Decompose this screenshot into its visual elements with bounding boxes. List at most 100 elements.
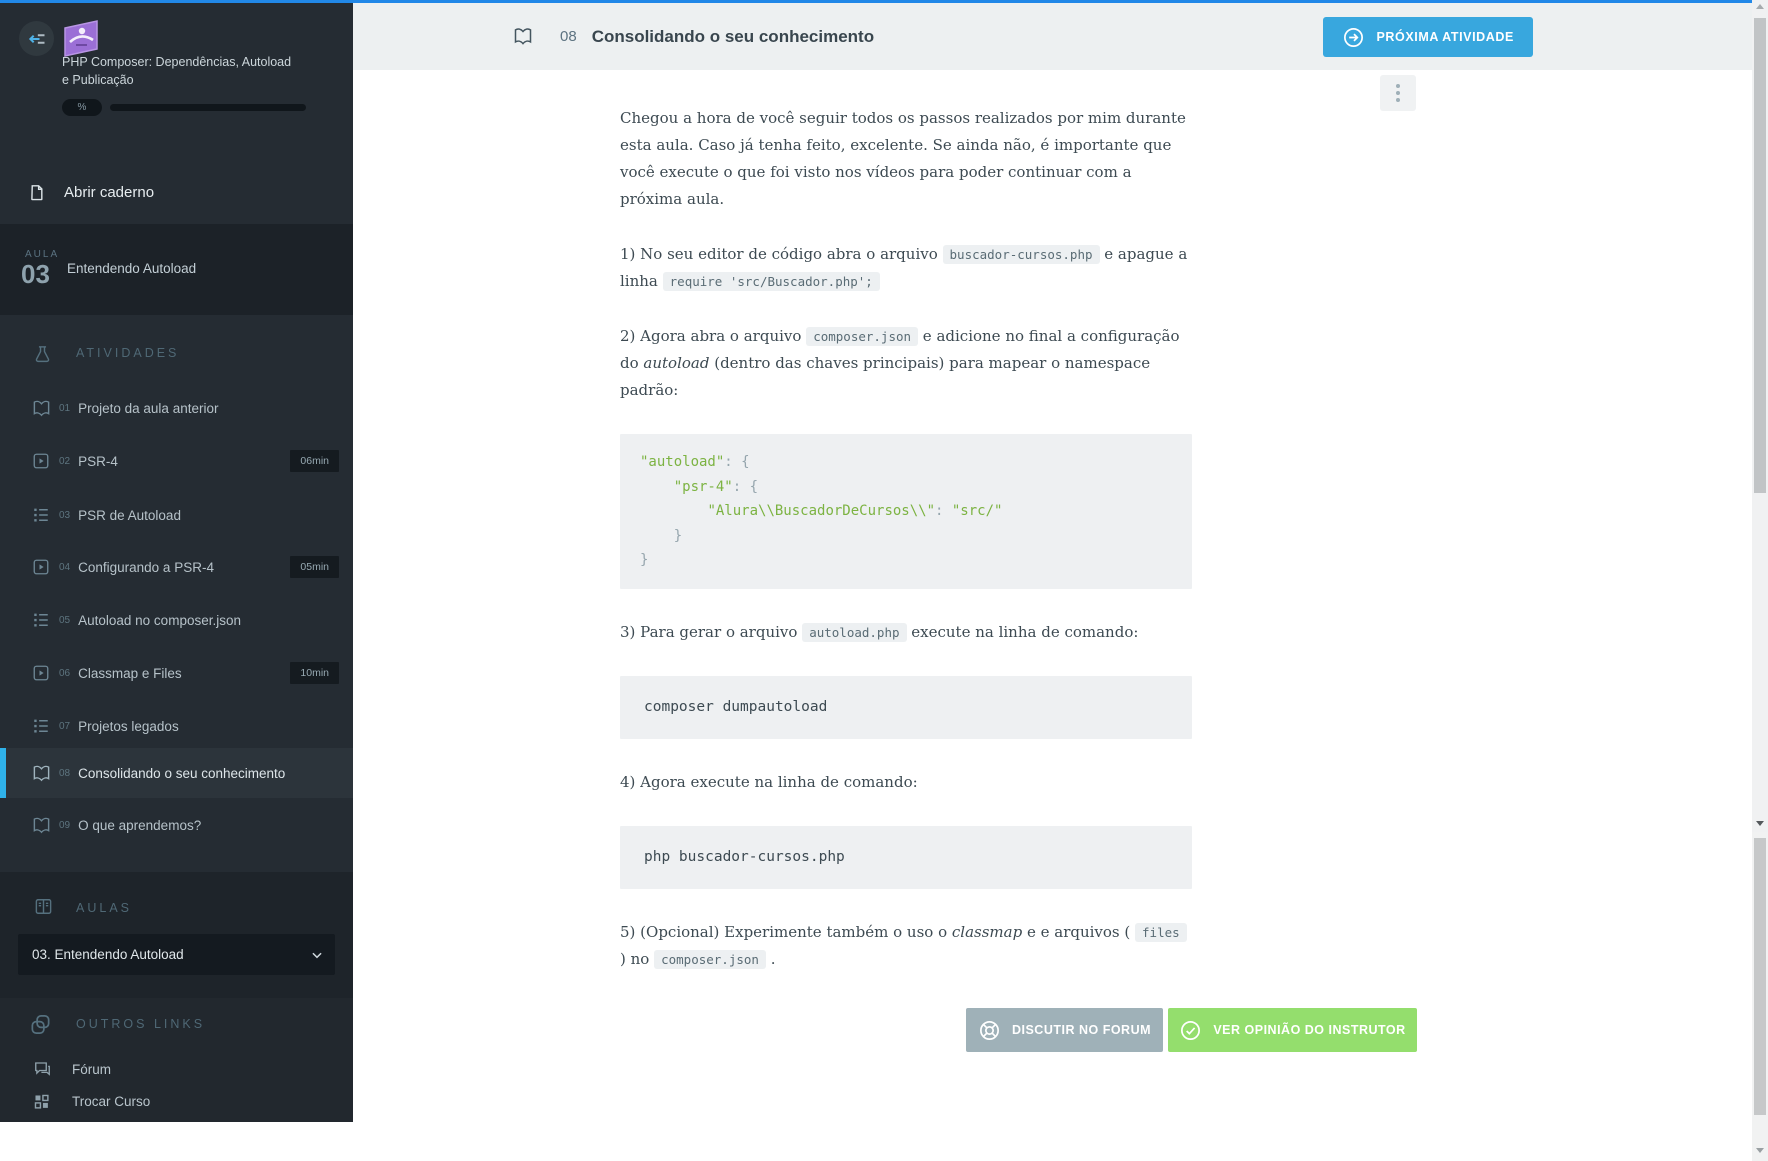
outros-links-section: OUTROS LINKS Fórum Trocar Curso bbox=[0, 998, 353, 1122]
page-title: Consolidando o seu conhecimento bbox=[591, 26, 875, 46]
sidebar-item-forum[interactable]: Fórum bbox=[0, 1054, 353, 1084]
link-icon bbox=[29, 1013, 52, 1036]
item-number: 01 bbox=[59, 402, 71, 414]
item-number: 06 bbox=[59, 667, 71, 679]
code-line: "psr-4": { bbox=[640, 475, 1172, 500]
lesson-select-dropdown[interactable]: 03. Entendendo Autoload bbox=[18, 934, 335, 975]
step-4-paragraph: 4) Agora execute na linha de comando: bbox=[620, 772, 918, 791]
scroll-down-arrow[interactable] bbox=[1756, 1148, 1764, 1153]
duration-badge: 06min bbox=[290, 450, 339, 472]
scrollbar-thumb[interactable] bbox=[1754, 838, 1766, 1115]
item-number: 07 bbox=[59, 720, 71, 732]
code-line: } bbox=[640, 548, 1172, 573]
activity-header: 08 Consolidando o seu conhecimento PRÓXI… bbox=[353, 3, 1752, 70]
discuss-forum-button[interactable]: DISCUTIR NO FORUM bbox=[966, 1008, 1163, 1052]
code-token: "Alura\\BuscadorDeCursos\\" bbox=[707, 503, 936, 519]
lesson-title: Entendendo Autoload bbox=[67, 261, 197, 276]
sidebar-item-trocar-curso[interactable]: Trocar Curso bbox=[0, 1086, 353, 1116]
open-notebook-item[interactable]: Abrir caderno bbox=[0, 168, 353, 216]
inline-code: composer.json bbox=[806, 327, 919, 346]
sidebar-item-04-configurando-a-psr-4[interactable]: 04 Configurando a PSR-4 05min bbox=[0, 544, 353, 590]
item-number: 08 bbox=[59, 767, 71, 779]
item-label: O que aprendemos? bbox=[78, 817, 202, 833]
book-open-icon bbox=[513, 26, 533, 47]
item-number: 02 bbox=[59, 455, 71, 467]
aulas-section-label: AULAS bbox=[76, 901, 132, 915]
activity-article: Chegou a hora de você seguir todos os pa… bbox=[620, 70, 1192, 973]
code-token: } bbox=[640, 552, 649, 568]
sidebar-item-02-psr-4[interactable]: 02 PSR-4 06min bbox=[0, 438, 353, 484]
sidebar-item-01-projeto-da-aula-anterior[interactable]: 01 Projeto da aula anterior bbox=[0, 385, 353, 431]
sidebar-item-03-psr-de-autoload[interactable]: 03 PSR de Autoload bbox=[0, 492, 353, 538]
activities-section-header: ATIVIDADES bbox=[0, 342, 353, 372]
step-5-paragraph: 5) (Opcional) Experimente também o uso o… bbox=[620, 919, 1192, 973]
progress-percent-badge: % bbox=[62, 99, 102, 116]
code-line: } bbox=[640, 524, 1172, 549]
code-token: : bbox=[935, 503, 952, 519]
item-number: 09 bbox=[59, 819, 71, 831]
item-label: Consolidando o seu conhecimento bbox=[78, 765, 286, 781]
sidebar-item-06-classmap-e-files[interactable]: 06 Classmap e Files 10min bbox=[0, 650, 353, 696]
item-label: PSR-4 bbox=[78, 453, 118, 469]
video-icon bbox=[32, 664, 52, 682]
sidebar-item-09-o-que-aprendemos[interactable]: 09 O que aprendemos? bbox=[0, 802, 353, 848]
inline-code: autoload.php bbox=[802, 622, 907, 642]
sidebar-item-08-consolidando-o-seu-conhecimento[interactable]: 08 Consolidando o seu conhecimento bbox=[0, 748, 353, 798]
step-1-paragraph: 1) No seu editor de código abra o arquiv… bbox=[620, 245, 1188, 291]
scrollbar-thumb[interactable] bbox=[1754, 18, 1766, 493]
item-label: Autoload no composer.json bbox=[78, 612, 241, 628]
links-section-label: OUTROS LINKS bbox=[76, 1017, 206, 1031]
instructor-opinion-label: VER OPINIÃO DO INSTRUTOR bbox=[1213, 1023, 1406, 1037]
item-number: 05 bbox=[59, 614, 71, 626]
next-activity-button[interactable]: PRÓXIMA ATIVIDADE bbox=[1323, 17, 1533, 57]
code-line: "Alura\\BuscadorDeCursos\\": "src/" bbox=[640, 499, 1172, 524]
book-open-icon bbox=[32, 816, 52, 835]
book-open-icon bbox=[32, 399, 52, 418]
video-icon bbox=[32, 558, 52, 576]
code-token: "autoload" bbox=[640, 454, 725, 470]
activity-number: 08 bbox=[560, 28, 577, 45]
forum-label: Fórum bbox=[72, 1061, 112, 1077]
lesson-select-value: 03. Entendendo Autoload bbox=[32, 947, 184, 962]
page-scrollbar[interactable] bbox=[1752, 832, 1768, 1161]
collapse-sidebar-button[interactable] bbox=[19, 21, 54, 56]
command-block: php buscador-cursos.php bbox=[620, 825, 1192, 889]
activity-content: Chegou a hora de você seguir todos os pa… bbox=[353, 70, 1752, 1161]
code-line: "autoload": { bbox=[640, 450, 1172, 475]
aulas-section: AULAS 03. Entendendo Autoload bbox=[0, 872, 353, 998]
notebook-icon bbox=[28, 182, 45, 203]
inline-code: composer.json bbox=[654, 949, 766, 969]
aulas-section-header: AULAS bbox=[0, 897, 353, 927]
step-2-paragraph: 2) Agora abra o arquivo composer.json e … bbox=[620, 327, 1180, 399]
inline-code: files bbox=[1135, 922, 1187, 942]
intro-paragraph: Chegou a hora de você seguir todos os pa… bbox=[620, 109, 1186, 208]
course-sidebar: PHP Composer: Dependências, Autoload e P… bbox=[0, 3, 353, 1122]
code-token: : { bbox=[724, 454, 750, 470]
list-icon bbox=[32, 506, 52, 524]
more-options-button[interactable] bbox=[1380, 75, 1416, 111]
collapse-arrow-icon bbox=[27, 29, 47, 49]
scroll-up-arrow[interactable] bbox=[1756, 4, 1764, 9]
sidebar-item-05-autoload-no-composer-json[interactable]: 05 Autoload no composer.json bbox=[0, 597, 353, 643]
activity-actions: DISCUTIR NO FORUM VER OPINIÃO DO INSTRUT… bbox=[966, 1008, 1417, 1052]
top-accent-bar bbox=[0, 0, 1752, 3]
activities-section-label: ATIVIDADES bbox=[76, 346, 180, 360]
command-block: composer dumpautoload bbox=[620, 675, 1192, 739]
scroll-down-arrow[interactable] bbox=[1756, 821, 1764, 826]
instructor-opinion-button[interactable]: VER OPINIÃO DO INSTRUTOR bbox=[1168, 1008, 1417, 1052]
item-number: 03 bbox=[59, 509, 71, 521]
book-open-icon bbox=[32, 764, 52, 783]
code-token: } bbox=[640, 527, 683, 544]
chat-icon bbox=[33, 1060, 52, 1078]
notebook-label: Abrir caderno bbox=[64, 183, 155, 201]
video-icon bbox=[32, 452, 52, 470]
code-token: "psr-4" bbox=[673, 478, 733, 495]
flask-icon bbox=[33, 342, 52, 366]
links-section-header: OUTROS LINKS bbox=[0, 1013, 353, 1043]
sidebar-item-07-projetos-legados[interactable]: 07 Projetos legados bbox=[0, 703, 353, 749]
chevron-down-icon bbox=[310, 948, 324, 962]
next-activity-label: PRÓXIMA ATIVIDADE bbox=[1376, 30, 1514, 44]
step-3-paragraph: 3) Para gerar o arquivo autoload.php exe… bbox=[620, 622, 1139, 642]
content-scrollbar[interactable] bbox=[1752, 0, 1768, 832]
current-lesson-banner[interactable]: AULA 03 Entendendo Autoload bbox=[0, 224, 353, 315]
